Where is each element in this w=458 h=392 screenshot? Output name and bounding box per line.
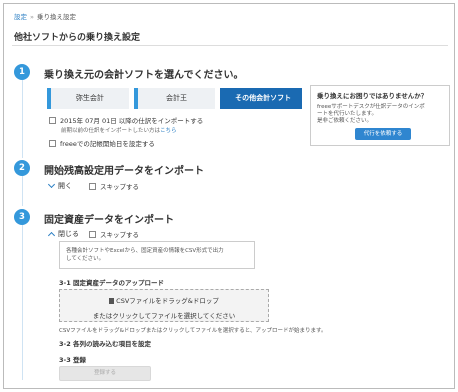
dropzone-secondary-label: またはクリックしてファイルを選択してください: [92, 312, 236, 320]
step-connector-line-3: [22, 225, 23, 380]
step-3-close-toggle[interactable]: 閉じる: [47, 229, 79, 239]
request-service-button[interactable]: 代行を依頼する: [355, 128, 411, 140]
set-start-date-option[interactable]: freeeでの記帳開始日を設定する: [49, 138, 155, 148]
tab-other-software[interactable]: その他会計ソフト: [220, 88, 303, 109]
dropzone-primary-label: CSVファイルをドラッグ&ドロップ: [116, 297, 219, 305]
upload-section-heading: 3-1 固定資産データのアップロード: [59, 279, 165, 287]
breadcrumb-settings-link[interactable]: 設定: [14, 13, 27, 21]
step-1-number: 1: [14, 64, 30, 80]
chevron-up-icon: [47, 231, 56, 239]
csv-dropzone[interactable]: CSVファイルをドラッグ&ドロップ またはクリックしてファイルを選択してください: [59, 289, 269, 322]
previous-period-link[interactable]: こちら: [160, 128, 177, 134]
step-1-title: 乗り換え元の会計ソフトを選んでください。: [44, 70, 244, 81]
import-from-date-checkbox[interactable]: [49, 116, 56, 124]
import-from-date-label: 2015年 07月 01日 以降の仕訳をインポートする: [60, 117, 204, 125]
step-3-skip-option[interactable]: スキップする: [89, 229, 139, 239]
step-connector-line: [22, 80, 23, 158]
accounting-software-tabs: 弥生会計 会計王 その他会計ソフト: [47, 88, 303, 109]
step-3-skip-checkbox[interactable]: [89, 230, 96, 238]
step-connector-line-2: [22, 176, 23, 206]
breadcrumb-separator: »: [30, 13, 34, 21]
step-3-close-label: 閉じる: [58, 230, 79, 238]
step-2-skip-option[interactable]: スキップする: [89, 181, 139, 191]
step-3-skip-label: スキップする: [100, 231, 139, 239]
column-mapping-heading: 3-2 各列の読み込む項目を設定: [59, 340, 152, 348]
dropzone-caption: CSVファイルをドラッグ&ドロップまたはクリックしてファイルを選択すると、アップ…: [59, 328, 327, 334]
step-2-title: 開始残高設定用データをインポート: [44, 166, 204, 177]
help-text-line-3: 是非ご依頼ください。: [317, 118, 373, 124]
csv-export-info-line-1: 各種会計ソフトやExcelから、固定資産の情報をCSV形式で出力: [66, 248, 224, 254]
title-divider: [12, 45, 448, 46]
help-text-line-2: ートを代行いたします。: [317, 111, 377, 117]
step-3-number: 3: [14, 209, 30, 225]
import-from-date-option[interactable]: 2015年 07月 01日 以降の仕訳をインポートする: [49, 115, 203, 125]
breadcrumb: 設定» 乗り換え設定: [14, 11, 76, 21]
help-text-line-1: freeeサポートデスクが仕訳データのインポ: [317, 104, 425, 110]
previous-period-note: 前期以前の仕訳をインポートしたい方はこちら: [61, 126, 177, 134]
step-2-number: 2: [14, 160, 30, 176]
csv-export-info: 各種会計ソフトやExcelから、固定資産の情報をCSV形式で出力 してください。: [59, 241, 255, 269]
file-icon: [109, 298, 115, 304]
tab-yayoi[interactable]: 弥生会計: [47, 88, 129, 109]
register-heading: 3-3 登録: [59, 356, 87, 364]
set-start-date-label: freeeでの記帳開始日を設定する: [60, 140, 155, 148]
step-2-skip-label: スキップする: [100, 183, 139, 191]
settings-panel: 設定» 乗り換え設定 他社ソフトからの乗り換え設定 1 乗り換え元の会計ソフトを選…: [3, 3, 455, 389]
step-3-title: 固定資産データをインポート: [44, 215, 174, 226]
set-start-date-checkbox[interactable]: [49, 139, 56, 147]
help-box: 乗り換えにお困りではありませんか？ freeeサポートデスクが仕訳データのインポ…: [310, 85, 450, 146]
page-title: 他社ソフトからの乗り換え設定: [14, 33, 141, 43]
csv-export-info-line-2: してください。: [66, 256, 105, 262]
step-2-open-label: 開く: [58, 182, 72, 190]
register-button[interactable]: 登録する: [59, 366, 151, 381]
step-2-skip-checkbox[interactable]: [89, 182, 96, 190]
breadcrumb-current: 乗り換え設定: [36, 13, 76, 21]
step-2-open-toggle[interactable]: 開く: [47, 180, 72, 191]
tab-kaikeiou[interactable]: 会計王: [133, 88, 216, 109]
dropzone-primary-text: CSVファイルをドラッグ&ドロップ: [60, 295, 268, 305]
chevron-down-icon: [47, 180, 56, 189]
previous-period-note-text: 前期以前の仕訳をインポートしたい方は: [61, 128, 161, 134]
help-title: 乗り換えにお困りではありませんか？: [317, 92, 428, 100]
